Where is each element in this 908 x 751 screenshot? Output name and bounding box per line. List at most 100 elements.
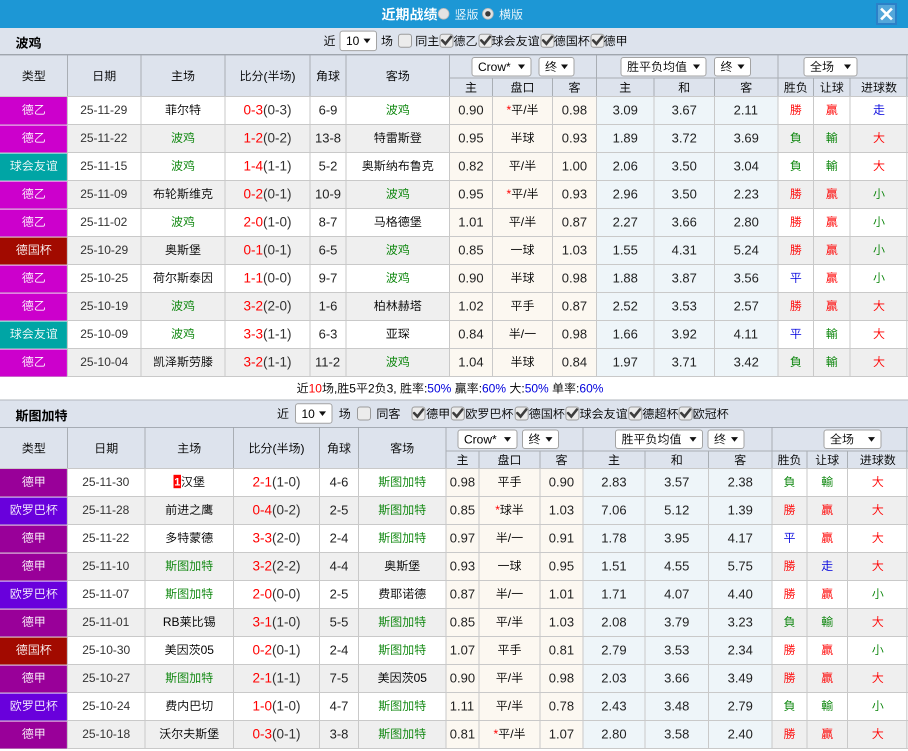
svg-text:3.53: 3.53 xyxy=(672,298,697,313)
svg-text:4.11: 4.11 xyxy=(734,326,758,341)
svg-text:*: * xyxy=(494,727,499,741)
svg-text:1: 1 xyxy=(174,477,180,489)
svg-text:3-2: 3-2 xyxy=(244,355,264,370)
svg-text:2.11: 2.11 xyxy=(734,102,758,117)
svg-text:0-2: 0-2 xyxy=(244,187,264,202)
svg-text:25-10-24: 25-10-24 xyxy=(82,699,130,713)
svg-text:3,: 3, xyxy=(387,382,397,396)
svg-text:1.04: 1.04 xyxy=(458,354,483,369)
svg-text:(0-0): (0-0) xyxy=(272,587,301,602)
svg-text:0.85: 0.85 xyxy=(458,242,483,257)
svg-text:0.90: 0.90 xyxy=(450,670,475,685)
svg-text:0.87: 0.87 xyxy=(562,298,587,313)
svg-text:1.01: 1.01 xyxy=(549,586,574,601)
svg-text:25-11-15: 25-11-15 xyxy=(80,159,127,173)
svg-text:1-2: 1-2 xyxy=(244,131,264,146)
svg-text:1.01: 1.01 xyxy=(458,214,483,229)
svg-text:10: 10 xyxy=(302,407,316,421)
svg-text:1-4: 1-4 xyxy=(244,159,264,174)
svg-text:2.27: 2.27 xyxy=(613,214,638,229)
svg-text:1.07: 1.07 xyxy=(450,642,475,657)
svg-text:2-1: 2-1 xyxy=(253,671,273,686)
svg-text:4.17: 4.17 xyxy=(728,530,753,545)
svg-text:2.40: 2.40 xyxy=(728,726,753,741)
svg-text:(0-0): (0-0) xyxy=(263,271,292,286)
svg-text:4-4: 4-4 xyxy=(330,558,349,573)
svg-text:25-11-22: 25-11-22 xyxy=(80,131,127,145)
svg-text:0.84: 0.84 xyxy=(562,354,587,369)
svg-text:3-1: 3-1 xyxy=(253,615,273,630)
svg-text:(2-0): (2-0) xyxy=(263,299,292,314)
svg-text:3.49: 3.49 xyxy=(728,670,753,685)
svg-text:1.97: 1.97 xyxy=(613,354,638,369)
svg-text:25-10-19: 25-10-19 xyxy=(80,299,128,313)
svg-text:4.31: 4.31 xyxy=(672,242,697,257)
svg-text:3-8: 3-8 xyxy=(330,726,349,741)
svg-text:5-2: 5-2 xyxy=(319,158,338,173)
svg-text:0.98: 0.98 xyxy=(549,670,574,685)
svg-text:(0-2): (0-2) xyxy=(272,503,301,518)
svg-text:0.78: 0.78 xyxy=(549,698,574,713)
svg-text:2.38: 2.38 xyxy=(728,474,753,489)
svg-text:0.87: 0.87 xyxy=(562,214,587,229)
svg-text:3.92: 3.92 xyxy=(672,326,697,341)
svg-text:*: * xyxy=(507,103,512,117)
svg-text:2.08: 2.08 xyxy=(601,614,626,629)
svg-text:0.81: 0.81 xyxy=(549,642,574,657)
svg-text:1.39: 1.39 xyxy=(728,502,753,517)
svg-text:0.98: 0.98 xyxy=(562,326,587,341)
svg-text:Crow*: Crow* xyxy=(464,433,497,447)
svg-text:(1-0): (1-0) xyxy=(263,215,292,230)
svg-text:(1-1): (1-1) xyxy=(263,355,292,370)
svg-text:25-11-09: 25-11-09 xyxy=(80,187,127,201)
svg-text:(0-1): (0-1) xyxy=(272,727,301,742)
svg-text:7-5: 7-5 xyxy=(330,670,349,685)
svg-text:25-10-29: 25-10-29 xyxy=(80,243,128,257)
svg-text:1.03: 1.03 xyxy=(562,242,587,257)
svg-text:2.34: 2.34 xyxy=(728,642,753,657)
svg-text:3.48: 3.48 xyxy=(664,698,689,713)
svg-text:1.88: 1.88 xyxy=(613,270,638,285)
svg-text:3.04: 3.04 xyxy=(734,158,759,173)
svg-text:(0-2): (0-2) xyxy=(263,131,292,146)
svg-text:25-11-01: 25-11-01 xyxy=(82,615,129,629)
svg-text:25-10-27: 25-10-27 xyxy=(82,671,130,685)
svg-text:25-10-30: 25-10-30 xyxy=(82,643,130,657)
svg-text:*: * xyxy=(507,187,512,201)
svg-text:4-7: 4-7 xyxy=(330,698,349,713)
svg-text:13-8: 13-8 xyxy=(315,130,341,145)
svg-text:2.23: 2.23 xyxy=(734,186,759,201)
svg-text:0.82: 0.82 xyxy=(458,158,483,173)
svg-text:3-2: 3-2 xyxy=(253,559,273,574)
svg-text:10: 10 xyxy=(309,382,323,396)
svg-text:5.75: 5.75 xyxy=(728,558,753,573)
svg-text:0.90: 0.90 xyxy=(549,474,574,489)
svg-text:1.02: 1.02 xyxy=(458,298,483,313)
svg-text:2-4: 2-4 xyxy=(330,642,349,657)
svg-text:3.58: 3.58 xyxy=(664,726,689,741)
svg-text:1.78: 1.78 xyxy=(601,530,626,545)
svg-text:0.93: 0.93 xyxy=(562,130,587,145)
svg-text:6-9: 6-9 xyxy=(319,102,338,117)
svg-text:0.95: 0.95 xyxy=(458,186,483,201)
svg-text:1-0: 1-0 xyxy=(253,699,273,714)
svg-text:4.40: 4.40 xyxy=(728,586,753,601)
svg-text:3.66: 3.66 xyxy=(672,214,697,229)
svg-text:9-7: 9-7 xyxy=(319,270,338,285)
svg-text:10: 10 xyxy=(346,34,360,48)
svg-text:3-2: 3-2 xyxy=(244,299,264,314)
svg-text:3.53: 3.53 xyxy=(664,642,689,657)
svg-text:25-10-09: 25-10-09 xyxy=(80,327,128,341)
svg-text:60%: 60% xyxy=(579,382,603,396)
svg-text:60%: 60% xyxy=(482,382,506,396)
svg-text:5.24: 5.24 xyxy=(734,242,759,257)
svg-text:0.93: 0.93 xyxy=(562,186,587,201)
svg-text:50%: 50% xyxy=(525,382,549,396)
svg-text:6-5: 6-5 xyxy=(319,242,338,257)
svg-text:(0-1): (0-1) xyxy=(263,187,292,202)
svg-text:0.98: 0.98 xyxy=(450,474,475,489)
svg-text:1.03: 1.03 xyxy=(549,502,574,517)
svg-text:0.90: 0.90 xyxy=(458,270,483,285)
svg-text:2.83: 2.83 xyxy=(601,474,626,489)
svg-text:1.07: 1.07 xyxy=(549,726,574,741)
